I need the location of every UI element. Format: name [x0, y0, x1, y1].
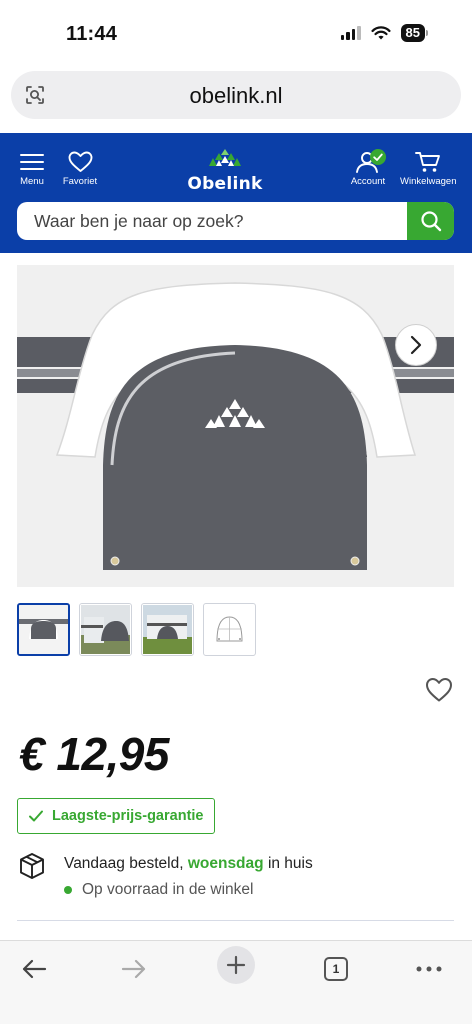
delivery-prefix: Vandaag besteld, [64, 855, 184, 872]
tabs-button[interactable]: 1 [314, 947, 358, 991]
new-tab-button[interactable] [217, 946, 255, 984]
heart-icon [68, 151, 92, 172]
account-check-badge [370, 149, 386, 165]
thumbnail-2[interactable] [79, 603, 132, 656]
favorites-label: Favoriet [62, 176, 98, 187]
logo-mark-icon [209, 149, 241, 166]
search-icon [420, 211, 441, 232]
status-bar: 11:44 85 [0, 0, 472, 64]
browser-toolbar: 1 [0, 940, 472, 1024]
favorites-button[interactable]: Favoriet [62, 151, 98, 187]
back-button[interactable] [12, 947, 56, 991]
delivery-suffix: in huis [267, 855, 313, 872]
more-icon [416, 966, 442, 972]
forward-icon [121, 959, 146, 979]
wifi-icon [370, 25, 391, 39]
thumbnail-image-2 [81, 605, 130, 654]
stock-dot-icon [64, 886, 72, 894]
tabs-icon: 1 [324, 957, 348, 981]
battery-level: 85 [400, 24, 425, 42]
thumbnail-3[interactable] [141, 603, 194, 656]
add-to-favorites-button[interactable] [425, 677, 453, 708]
product-image[interactable] [17, 265, 454, 587]
thumbnail-image-1 [19, 605, 68, 654]
heart-icon [426, 678, 452, 702]
logo-text: Obelink [187, 174, 263, 194]
check-icon [373, 153, 383, 161]
section-divider [17, 920, 454, 921]
search-input[interactable] [17, 202, 407, 240]
product-price: € 12,95 [19, 728, 169, 780]
forward-button[interactable] [112, 947, 156, 991]
box-icon [20, 853, 44, 879]
menu-label: Menu [20, 176, 44, 187]
cart-icon [415, 152, 440, 172]
delivery-day: woensdag [187, 855, 264, 872]
next-image-button[interactable] [395, 324, 437, 366]
search-button[interactable] [407, 202, 454, 240]
thumbnail-1[interactable] [17, 603, 70, 656]
url-text[interactable]: obelink.nl [11, 83, 461, 109]
back-icon [22, 959, 47, 979]
search-bar [17, 202, 454, 240]
status-indicators: 85 [340, 24, 428, 42]
menu-button[interactable]: Menu [17, 151, 47, 187]
thumbnail-image-3 [143, 605, 192, 654]
status-time: 11:44 [66, 23, 118, 45]
guarantee-label: Laagste-prijs-garantie [52, 808, 204, 824]
stock-status: Op voorraad in de winkel [64, 881, 253, 899]
cart-label: Winkelwagen [400, 176, 457, 187]
thumbnail-4[interactable] [203, 603, 256, 656]
chevron-right-icon [410, 335, 422, 355]
more-button[interactable] [407, 947, 451, 991]
obelink-logo[interactable]: Obelink [186, 148, 264, 194]
account-label: Account [350, 176, 386, 187]
url-bar[interactable]: obelink.nl [11, 71, 461, 119]
check-icon [29, 810, 43, 822]
stock-status-text: Op voorraad in de winkel [82, 881, 254, 898]
menu-icon [20, 154, 44, 170]
battery-indicator: 85 [400, 24, 428, 42]
delivery-text: Vandaag besteld, woensdag in huis [64, 855, 313, 873]
signal-icon [340, 26, 361, 40]
plus-icon [226, 955, 246, 975]
thumbnail-image-4 [205, 605, 254, 654]
thumbnail-strip [17, 603, 256, 656]
cart-button[interactable]: Winkelwagen [400, 151, 457, 187]
wheel-cover-illustration [17, 265, 454, 587]
lowest-price-guarantee-badge[interactable]: Laagste-prijs-garantie [17, 798, 215, 834]
